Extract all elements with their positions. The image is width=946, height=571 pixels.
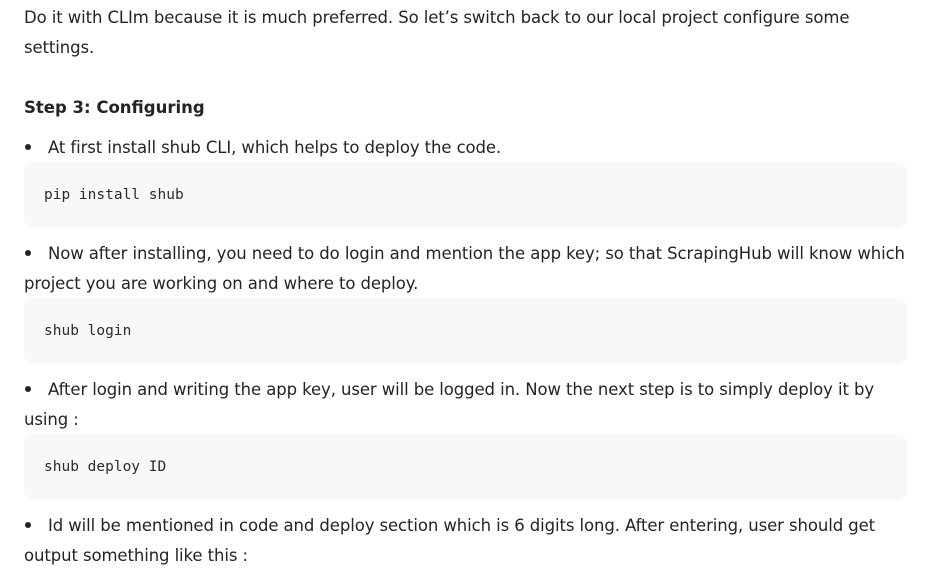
code-text[interactable]: shub login [44,323,131,339]
intro-paragraph: Do it with CLIm because it is much prefe… [24,8,850,57]
code-block[interactable]: shub deploy ID [24,434,907,500]
code-block[interactable]: pip install shub [24,162,907,228]
bullet-icon [25,522,31,528]
bullet-icon [25,144,31,150]
bullet-item: Id will be mentioned in code and deploy … [24,511,908,571]
bullet-text: Now after installing, you need to do log… [24,244,905,293]
step-heading: Step 3: Configuring [24,98,205,117]
bullet-text: Id will be mentioned in code and deploy … [24,516,876,565]
bullet-item: After login and writing the app key, use… [24,375,908,435]
code-text[interactable]: pip install shub [44,187,184,203]
bullet-text: After login and writing the app key, use… [24,380,875,429]
code-text[interactable]: shub deploy ID [44,459,166,475]
bullet-item: Now after installing, you need to do log… [24,239,908,299]
bullet-text: At first install shub CLI, which helps t… [48,138,502,157]
code-block[interactable]: shub login [24,298,907,364]
bullet-icon [25,386,31,392]
bullet-icon [25,250,31,256]
bullet-item: At first install shub CLI, which helps t… [24,133,908,163]
